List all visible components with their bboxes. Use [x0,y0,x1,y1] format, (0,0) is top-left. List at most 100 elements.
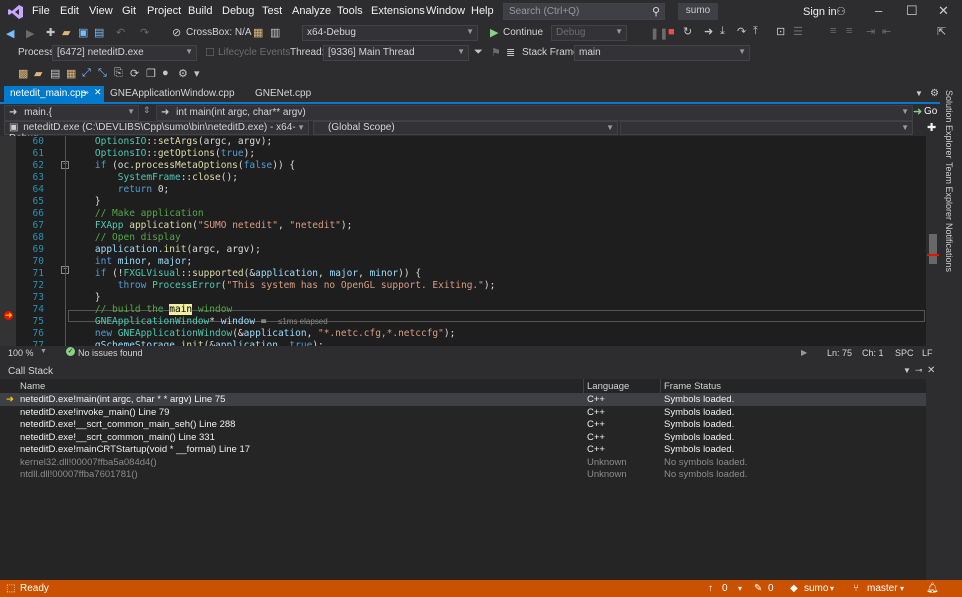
sign-in-link[interactable]: Sign in [803,6,837,18]
debug-target-dropdown[interactable]: Debug ▼ [551,25,627,41]
solution-icon[interactable]: ▥ [270,26,280,39]
notification-bell-icon[interactable]: 🔔︎ [926,583,939,594]
code-editor[interactable]: 606162636465666768697071727374757677 − −… [0,136,940,346]
scope-dropdown[interactable]: ➜ main.{ ▼ [4,105,139,121]
account-icon[interactable]: ⚇ [836,5,846,18]
search-input[interactable]: Search (Ctrl+Q) ⚲ [503,3,665,20]
tab-netedit-main[interactable]: netedit_main.cpp ⊸ ✕ [4,86,104,102]
save-icon[interactable]: ▣ [78,26,88,39]
chevron-down-icon[interactable]: ▼ [40,348,47,355]
call-stack-scrollbar[interactable] [926,379,940,580]
go-icon[interactable]: ➜ [913,105,922,118]
stack-frame-dropdown[interactable]: main ▼ [574,45,750,61]
archive-icon[interactable]: ▤ [50,67,60,80]
tab-notifications[interactable]: Notifications [944,223,954,272]
tab-solution-explorer[interactable]: Solution Explorer [944,90,954,159]
configuration-dropdown[interactable]: x64-Debug ▼ [302,25,478,41]
menu-build[interactable]: Build [188,5,212,17]
thread-dropdown[interactable]: [9336] Main Thread ▼ [323,45,469,61]
expand-icon[interactable]: ⤢ [82,67,91,80]
gear-icon[interactable]: ⚙ [930,88,939,99]
undo-icon[interactable]: ↶ [116,26,125,39]
column-divider[interactable] [660,379,661,394]
call-stack-row[interactable]: ntdll.dll!00007ffba7601781() Unknown No sy… [0,469,926,481]
pause-icon[interactable]: ❚❚ [650,27,668,40]
attach-icon[interactable]: ⎘ [114,67,123,80]
menu-extensions[interactable]: Extensions [371,5,425,17]
maximize-button[interactable]: ☐ [906,3,918,19]
menu-test[interactable]: Test [262,5,282,17]
column-header-frame-status[interactable]: Frame Status [664,381,721,392]
pin-icon[interactable]: ⊸ [82,88,89,97]
back-icon[interactable]: ◀ [6,27,14,40]
show-next-statement-icon[interactable]: ➜ [704,25,713,38]
collapse-icon[interactable]: ⤡ [98,67,107,80]
close-icon[interactable]: ✕ [927,365,935,376]
call-stack-row[interactable]: kernel32.dll!00007ffba5a084d4() Unknown No… [0,457,926,469]
function-dropdown[interactable]: ➜ int main(int argc, char** argv) ▼ [156,105,913,121]
go-button[interactable]: Go [924,106,937,117]
menu-project[interactable]: Project [147,5,181,17]
hex-display-icon[interactable]: ⊡ [776,25,785,38]
live-share-icon[interactable]: ⇱ [937,25,946,38]
tab-overflow-icon[interactable]: ▼ [915,89,923,98]
add-icon[interactable]: ✚ [927,121,936,134]
new-project-icon[interactable]: ✚ [46,26,55,39]
align-center-icon[interactable]: ≡ [846,25,852,37]
restart-icon[interactable]: ↻ [683,25,692,38]
tab-gne-application-window[interactable]: GNEApplicationWindow.cpp [104,86,239,102]
project-dropdown[interactable]: ▣ neteditD.exe (C:\DEVLIBS\Cpp\sumo\bin\… [4,121,309,144]
lifecycle-events-icon[interactable]: ☐ [205,46,215,59]
whitespace-mode[interactable]: SPC [895,348,914,358]
sync-icon[interactable]: ⟳ [130,67,139,80]
redo-icon[interactable]: ↷ [140,26,149,39]
menu-debug[interactable]: Debug [222,5,254,17]
menu-edit[interactable]: Edit [60,5,79,17]
save-all-icon[interactable]: ▤ [94,26,104,39]
comment-icon[interactable]: ☰ [793,25,803,38]
call-stack-row[interactable]: ➜ neteditD.exe!main(int argc, char * * ar… [0,394,926,406]
toolbox-icon[interactable]: ▦ [253,26,263,39]
pin-icon[interactable]: ⊸ [915,365,923,376]
call-stack-row[interactable]: neteditD.exe!__scrt_common_main_seh() Li… [0,419,926,431]
continue-icon[interactable]: ▶ [490,26,498,39]
menu-help[interactable]: Help [471,5,494,17]
call-stack-row[interactable]: neteditD.exe!mainCRTStartup(void * __for… [0,444,926,456]
global-scope-dropdown[interactable]: (Global Scope) ▼ [313,121,618,135]
column-header-language[interactable]: Language [587,381,629,392]
repository-name[interactable]: sumo [804,583,828,594]
align-left-icon[interactable]: ≡ [830,25,836,37]
step-over-icon[interactable]: ↷ [737,25,746,38]
close-button[interactable]: ✕ [938,3,949,19]
zoom-level[interactable]: 100 % [8,348,34,358]
menu-view[interactable]: View [89,5,113,17]
column-divider[interactable] [583,379,584,394]
folder-icon[interactable]: ▰ [34,67,42,80]
menu-git[interactable]: Git [122,5,136,17]
unpushed-count[interactable]: 0 [722,583,728,594]
copy-icon[interactable]: ❐ [146,67,156,80]
step-out-icon[interactable]: ⤒ [753,25,758,38]
outdent-icon[interactable]: ⇤ [882,25,891,38]
minimize-button[interactable]: – [875,3,882,18]
scrollbar-thumb[interactable] [929,234,937,264]
member-dropdown[interactable]: ▼ [620,121,913,135]
call-stack-row[interactable]: neteditD.exe!invoke_main() Line 79 C++ Sym… [0,407,926,419]
menu-tools[interactable]: Tools [337,5,363,17]
lifecycle-events-label[interactable]: Lifecycle Events [218,47,290,58]
forward-icon[interactable]: ▶ [26,27,34,40]
crossbox-label[interactable]: CrossBox: N/A [186,27,252,38]
menu-analyze[interactable]: Analyze [292,5,331,17]
more-icon[interactable]: ▾ [194,67,200,80]
flag-icon[interactable]: ⚑ [491,46,501,59]
split-icon[interactable]: ⇕ [143,105,151,116]
filter-icon[interactable]: ⏷ [474,46,483,59]
issues-status[interactable]: No issues found [78,348,143,358]
package-icon[interactable]: ▦ [66,67,76,80]
tab-team-explorer[interactable]: Team Explorer [944,162,954,220]
continue-button[interactable]: Continue [503,27,543,38]
stack-icon[interactable]: ≣ [506,46,515,59]
call-stack-row[interactable]: neteditD.exe!__scrt_common_main() Line 3… [0,432,926,444]
column-header-name[interactable]: Name [20,381,45,392]
settings-icon[interactable]: ⚙ [178,67,188,80]
